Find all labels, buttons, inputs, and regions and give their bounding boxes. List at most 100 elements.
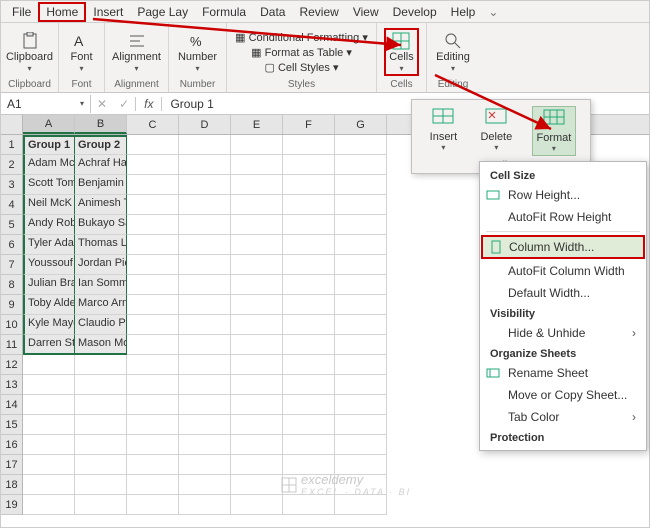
- cell-styles-button[interactable]: ▢ Cell Styles ▾: [264, 61, 338, 74]
- row-header-17[interactable]: 17: [1, 455, 22, 475]
- cell-C14[interactable]: [127, 395, 179, 415]
- cell-G8[interactable]: [335, 275, 387, 295]
- font-button[interactable]: AFont▾: [66, 29, 96, 74]
- cell-D13[interactable]: [179, 375, 231, 395]
- cell-G5[interactable]: [335, 215, 387, 235]
- cell-B10[interactable]: Claudio Pizzaro: [75, 315, 127, 335]
- cell-B19[interactable]: [75, 495, 127, 515]
- menu-review[interactable]: Review: [292, 3, 345, 21]
- cell-E15[interactable]: [231, 415, 283, 435]
- cell-E2[interactable]: [231, 155, 283, 175]
- cell-A9[interactable]: Toby Alde: [23, 295, 75, 315]
- cell-A14[interactable]: [23, 395, 75, 415]
- cell-D15[interactable]: [179, 415, 231, 435]
- cell-B4[interactable]: Animesh Thomas: [75, 195, 127, 215]
- cell-A1[interactable]: Group 1: [23, 135, 75, 155]
- cell-C13[interactable]: [127, 375, 179, 395]
- row-header-10[interactable]: 10: [1, 315, 22, 335]
- cell-E1[interactable]: [231, 135, 283, 155]
- cell-E18[interactable]: [231, 475, 283, 495]
- menu-insert[interactable]: Insert: [86, 3, 130, 21]
- cell-E16[interactable]: [231, 435, 283, 455]
- cell-C15[interactable]: [127, 415, 179, 435]
- row-header-1[interactable]: 1: [1, 135, 22, 155]
- cell-B18[interactable]: [75, 475, 127, 495]
- row-header-7[interactable]: 7: [1, 255, 22, 275]
- row-header-3[interactable]: 3: [1, 175, 22, 195]
- cell-C16[interactable]: [127, 435, 179, 455]
- cell-D3[interactable]: [179, 175, 231, 195]
- menu-formulas[interactable]: Formula: [195, 3, 253, 21]
- alignment-button[interactable]: Alignment▾: [108, 29, 165, 74]
- row-header-14[interactable]: 14: [1, 395, 22, 415]
- cell-G15[interactable]: [335, 415, 387, 435]
- cell-F14[interactable]: [283, 395, 335, 415]
- row-header-16[interactable]: 16: [1, 435, 22, 455]
- row-header-12[interactable]: 12: [1, 355, 22, 375]
- row-header-11[interactable]: 11: [1, 335, 22, 355]
- cell-A2[interactable]: Adam Mc: [23, 155, 75, 175]
- cell-F6[interactable]: [283, 235, 335, 255]
- cell-E3[interactable]: [231, 175, 283, 195]
- cell-C8[interactable]: [127, 275, 179, 295]
- menu-view[interactable]: View: [346, 3, 386, 21]
- cell-A17[interactable]: [23, 455, 75, 475]
- confirm-icon[interactable]: ✓: [113, 97, 135, 111]
- clipboard-button[interactable]: Clipboard▾: [2, 29, 57, 74]
- cell-D19[interactable]: [179, 495, 231, 515]
- cell-G19[interactable]: [335, 495, 387, 515]
- cell-B16[interactable]: [75, 435, 127, 455]
- cell-E4[interactable]: [231, 195, 283, 215]
- insert-cells-button[interactable]: Insert▾: [426, 106, 462, 156]
- cell-A11[interactable]: Darren St: [23, 335, 75, 355]
- cell-B13[interactable]: [75, 375, 127, 395]
- cell-A15[interactable]: [23, 415, 75, 435]
- cell-C2[interactable]: [127, 155, 179, 175]
- conditional-formatting-button[interactable]: ▦ Conditional Formatting ▾: [235, 31, 368, 44]
- column-header-B[interactable]: B: [75, 115, 127, 134]
- row-header-9[interactable]: 9: [1, 295, 22, 315]
- cell-A12[interactable]: [23, 355, 75, 375]
- cell-B14[interactable]: [75, 395, 127, 415]
- cell-F9[interactable]: [283, 295, 335, 315]
- cell-D12[interactable]: [179, 355, 231, 375]
- cell-E10[interactable]: [231, 315, 283, 335]
- cell-B1[interactable]: Group 2: [75, 135, 127, 155]
- cell-C1[interactable]: [127, 135, 179, 155]
- cell-D16[interactable]: [179, 435, 231, 455]
- cell-F13[interactable]: [283, 375, 335, 395]
- cell-G7[interactable]: [335, 255, 387, 275]
- cell-D4[interactable]: [179, 195, 231, 215]
- cell-B12[interactable]: [75, 355, 127, 375]
- cell-G3[interactable]: [335, 175, 387, 195]
- column-header-D[interactable]: D: [179, 115, 231, 134]
- cell-E19[interactable]: [231, 495, 283, 515]
- cell-B5[interactable]: Bukayo Saka: [75, 215, 127, 235]
- cell-G12[interactable]: [335, 355, 387, 375]
- cell-D14[interactable]: [179, 395, 231, 415]
- cancel-icon[interactable]: ✕: [91, 97, 113, 111]
- cell-A7[interactable]: Youssouf: [23, 255, 75, 275]
- cell-A3[interactable]: Scott Tom: [23, 175, 75, 195]
- cell-F8[interactable]: [283, 275, 335, 295]
- cell-E14[interactable]: [231, 395, 283, 415]
- ribbon-collapse-icon[interactable]: ⌄: [488, 5, 498, 19]
- menu-hide-unhide[interactable]: Hide & Unhide: [480, 322, 646, 344]
- cell-D1[interactable]: [179, 135, 231, 155]
- cell-G13[interactable]: [335, 375, 387, 395]
- cell-D7[interactable]: [179, 255, 231, 275]
- cell-B17[interactable]: [75, 455, 127, 475]
- cell-E6[interactable]: [231, 235, 283, 255]
- cell-F12[interactable]: [283, 355, 335, 375]
- cell-A4[interactable]: Neil McK: [23, 195, 75, 215]
- cell-D11[interactable]: [179, 335, 231, 355]
- column-header-E[interactable]: E: [231, 115, 283, 134]
- cell-A8[interactable]: Julian Bra: [23, 275, 75, 295]
- cell-B7[interactable]: Jordan Pickford: [75, 255, 127, 275]
- select-all-corner[interactable]: [1, 115, 23, 135]
- menu-home[interactable]: Home: [38, 2, 86, 22]
- row-header-5[interactable]: 5: [1, 215, 22, 235]
- cell-C5[interactable]: [127, 215, 179, 235]
- cell-C4[interactable]: [127, 195, 179, 215]
- cell-D2[interactable]: [179, 155, 231, 175]
